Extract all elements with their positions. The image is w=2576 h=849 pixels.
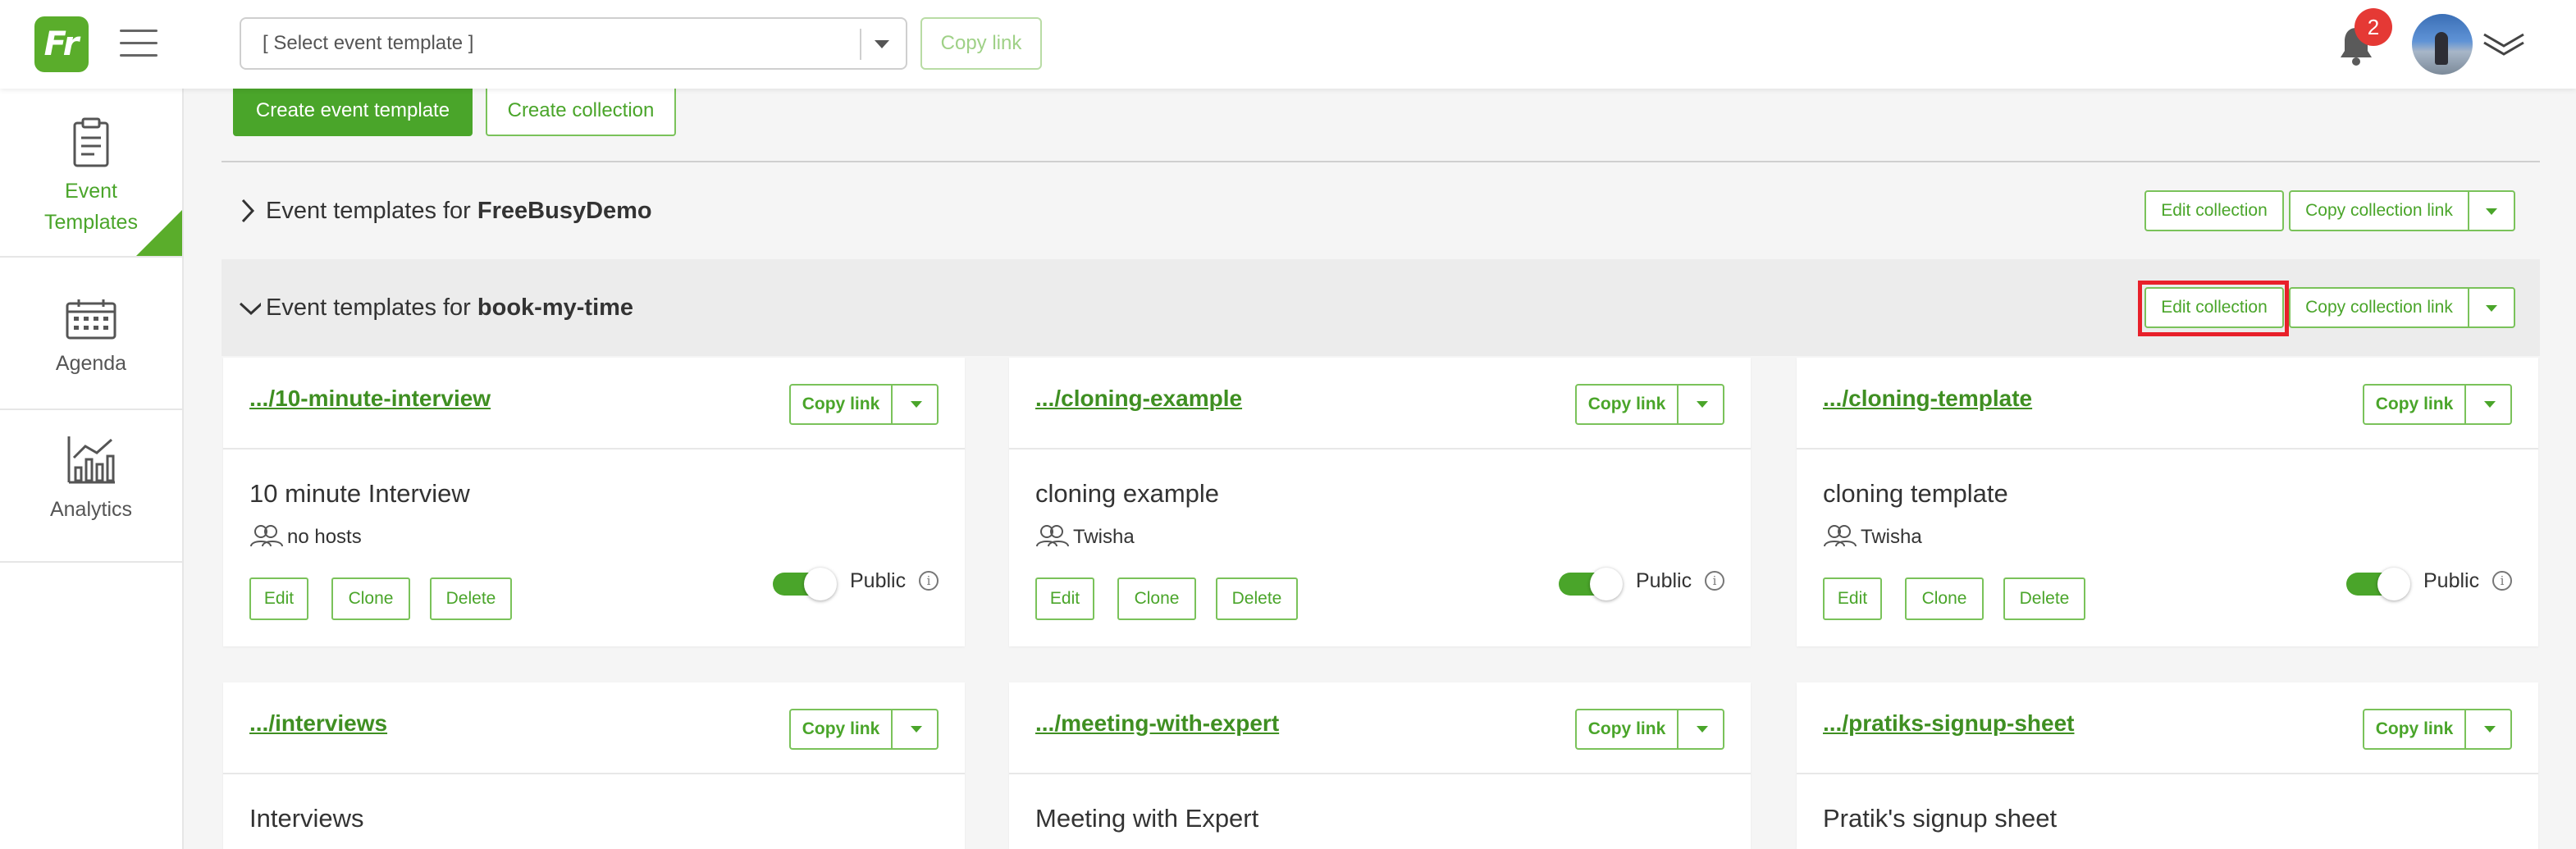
delete-button[interactable]: Delete [1216,577,1298,620]
public-toggle[interactable] [773,568,838,600]
delete-button[interactable]: Delete [2003,577,2085,620]
calendar-icon [66,299,116,340]
chart-icon [67,436,115,484]
copy-link-button[interactable]: Copy link [920,17,1042,70]
create-collection-button[interactable]: Create collection [486,85,676,136]
card-header: .../meeting-with-expert Copy link [1009,682,1751,774]
copy-collection-dropdown[interactable] [2468,190,2515,231]
sidebar-item-analytics[interactable]: Analytics [0,410,182,563]
card-header: .../cloning-example Copy link [1009,358,1751,450]
sidebar-item-label: Templates [44,211,138,234]
delete-button[interactable]: Delete [430,577,512,620]
chevron-down-icon[interactable] [2481,28,2527,61]
edit-collection-button[interactable]: Edit collection [2144,190,2284,231]
hosts-info: Twisha [1823,523,1922,549]
collection-title: Event templates for book-my-time [266,294,634,321]
copy-link-button[interactable]: Copy link [1575,384,1679,425]
sidebar: Event Templates Agenda Analytics [0,89,184,849]
template-name: cloning example [1035,479,1220,508]
sidebar-item-agenda[interactable]: Agenda [0,258,182,410]
highlight-box [2138,281,2289,336]
template-name: Interviews [249,804,364,833]
user-avatar[interactable] [2412,14,2473,75]
clone-button[interactable]: Clone [1905,577,1984,620]
top-bar: Fr [ Select event template ] Copy link 2 [0,0,2576,89]
copy-link-dropdown[interactable] [2464,384,2512,425]
hosts-info: Twisha [1035,523,1135,549]
info-icon[interactable]: i [1705,571,1724,591]
chevron-down-icon[interactable] [233,294,261,322]
app-logo[interactable]: Fr [34,16,89,72]
collection-title: Event templates for FreeBusyDemo [266,198,652,224]
template-name: 10 minute Interview [249,479,470,508]
event-template-card: .../interviews Copy link Interviews [223,682,965,849]
hosts-text: no hosts [287,526,362,548]
event-template-card: .../pratiks-signup-sheet Copy link Prati… [1797,682,2538,849]
clipboard-icon [73,117,109,167]
template-link[interactable]: .../cloning-template [1823,386,2032,412]
caret-down-icon [875,40,889,48]
template-name: cloning template [1823,479,2008,508]
hosts-info: no hosts [249,523,362,549]
public-label: Public [2423,569,2480,592]
copy-collection-link-button[interactable]: Copy collection link [2289,287,2469,328]
copy-link-dropdown[interactable] [1677,384,1724,425]
sidebar-item-label: Agenda [55,352,127,375]
notification-badge: 2 [2354,8,2392,46]
copy-link-button[interactable]: Copy link [1575,709,1679,750]
template-link[interactable]: .../10-minute-interview [249,386,491,412]
copy-collection-link-button[interactable]: Copy collection link [2289,190,2469,231]
hosts-text: Twisha [1073,526,1135,548]
event-template-card: .../cloning-template Copy link cloning t… [1797,358,2538,646]
edit-button[interactable]: Edit [1035,577,1094,620]
event-template-card: .../cloning-example Copy link cloning ex… [1009,358,1751,646]
copy-link-dropdown[interactable] [2464,709,2512,750]
info-icon[interactable]: i [2492,571,2512,591]
event-template-select[interactable]: [ Select event template ] [240,17,907,70]
edit-button[interactable]: Edit [249,577,308,620]
template-link[interactable]: .../cloning-example [1035,386,1242,412]
template-name: Meeting with Expert [1035,804,1259,833]
event-template-select-value: [ Select event template ] [263,32,474,54]
copy-link-button[interactable]: Copy link [789,384,893,425]
copy-collection-dropdown[interactable] [2468,287,2515,328]
users-icon [250,525,283,547]
chevron-right-icon[interactable] [238,197,258,225]
select-divider [860,29,861,60]
event-template-card: .../10-minute-interview Copy link 10 min… [223,358,965,646]
template-link[interactable]: .../meeting-with-expert [1035,710,1279,737]
info-icon[interactable]: i [919,571,939,591]
create-event-template-button[interactable]: Create event template [233,85,473,136]
sidebar-item-label: Event [65,180,117,203]
copy-link-button[interactable]: Copy link [789,709,893,750]
edit-button[interactable]: Edit [1823,577,1882,620]
users-icon [1824,525,1857,547]
collection-row-freebusydemo[interactable]: Event templates for FreeBusyDemo Edit co… [222,162,2540,259]
public-label: Public [850,569,907,592]
sidebar-item-event-templates[interactable]: Event Templates [0,89,182,258]
template-link[interactable]: .../interviews [249,710,387,737]
public-toggle[interactable] [2346,568,2412,600]
template-link[interactable]: .../pratiks-signup-sheet [1823,710,2075,737]
template-name: Pratik's signup sheet [1823,804,2058,833]
event-template-card: .../meeting-with-expert Copy link Meetin… [1009,682,1751,849]
clone-button[interactable]: Clone [331,577,410,620]
card-header: .../cloning-template Copy link [1797,358,2538,450]
copy-link-button[interactable]: Copy link [2363,384,2466,425]
copy-link-dropdown[interactable] [891,384,939,425]
clone-button[interactable]: Clone [1117,577,1196,620]
users-icon [1036,525,1069,547]
hamburger-menu-icon[interactable] [120,30,158,57]
copy-link-button[interactable]: Copy link [2363,709,2466,750]
card-header: .../10-minute-interview Copy link [223,358,965,450]
hosts-text: Twisha [1861,526,1922,548]
copy-link-dropdown[interactable] [891,709,939,750]
card-header: .../pratiks-signup-sheet Copy link [1797,682,2538,774]
public-label: Public [1636,569,1692,592]
card-header: .../interviews Copy link [223,682,965,774]
copy-link-dropdown[interactable] [1677,709,1724,750]
public-toggle[interactable] [1559,568,1624,600]
sidebar-item-label: Analytics [49,498,133,521]
